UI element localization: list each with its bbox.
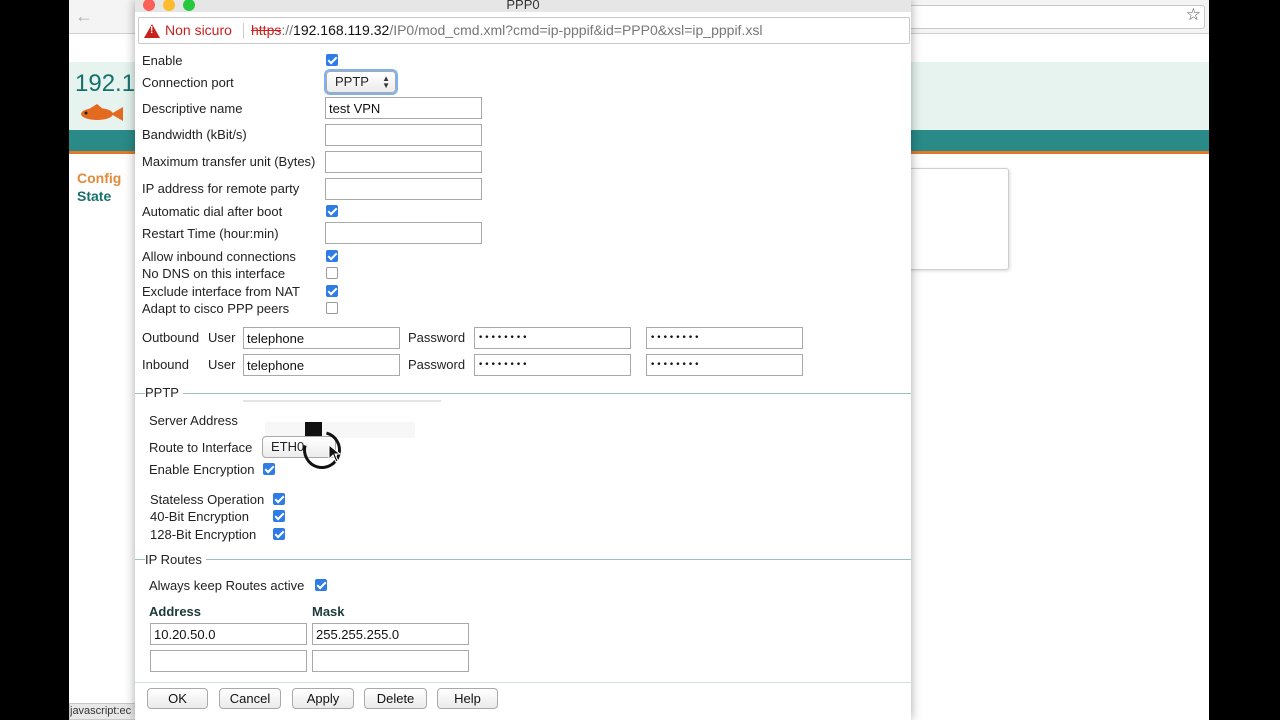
popup-content: Enable Connection port PPTP ▲ ▼ Descripti…: [135, 0, 911, 720]
exclude-nat-checkbox[interactable]: [326, 285, 338, 297]
outbound-password-confirm-input[interactable]: [646, 327, 803, 349]
descriptive-name-label: Descriptive name: [142, 101, 243, 116]
connection-port-select[interactable]: PPTP ▲ ▼: [326, 71, 396, 93]
no-dns-checkbox[interactable]: [326, 267, 338, 279]
mouse-cursor-icon: [328, 444, 342, 463]
enable-checkbox[interactable]: [326, 54, 338, 66]
apply-button[interactable]: Apply: [292, 688, 354, 709]
exclude-nat-label: Exclude interface from NAT: [142, 284, 300, 299]
keep-routes-checkbox[interactable]: [315, 579, 327, 591]
status-bar: javascript:ec: [69, 703, 139, 720]
auto-dial-label: Automatic dial after boot: [142, 204, 283, 219]
route-address-input[interactable]: [150, 623, 307, 645]
route-mask-input[interactable]: [312, 650, 469, 672]
allow-inbound-label: Allow inbound connections: [142, 249, 296, 264]
route-address-input[interactable]: [150, 650, 307, 672]
url-path: /IP0/mod_cmd.xml?cmd=ip-pppif&id=PPP0&xs…: [389, 22, 763, 38]
inbound-label: Inbound: [142, 357, 189, 372]
url-text[interactable]: https://192.168.119.32/IP0/mod_cmd.xml?c…: [251, 18, 762, 43]
background-panel: [909, 168, 1009, 270]
route-mask-input[interactable]: [312, 623, 469, 645]
fish-logo-icon: [81, 104, 123, 121]
url-divider: [243, 23, 244, 39]
bit128-label: 128-Bit Encryption: [150, 527, 257, 542]
route-interface-value: ETH0: [271, 439, 305, 454]
restart-time-input[interactable]: [325, 222, 482, 244]
help-button[interactable]: Help: [437, 688, 498, 709]
stateless-checkbox[interactable]: [273, 493, 285, 505]
enable-label: Enable: [142, 53, 183, 68]
no-dns-label: No DNS on this interface: [142, 266, 286, 281]
auto-dial-checkbox[interactable]: [326, 205, 338, 217]
cisco-peers-label: Adapt to cisco PPP peers: [142, 301, 290, 316]
inbound-password-input[interactable]: [474, 354, 631, 376]
pptp-section-line: [135, 393, 911, 394]
background-device-ip: 192.1: [75, 70, 136, 97]
remote-ip-input[interactable]: [325, 178, 482, 200]
not-secure-label[interactable]: Non sicuro: [165, 18, 232, 43]
inbound-password-confirm-input[interactable]: [646, 354, 803, 376]
remote-ip-label: IP address for remote party: [142, 181, 300, 196]
ppp-popup-window: Enable Connection port PPTP ▲ ▼ Descripti…: [135, 0, 911, 720]
descriptive-name-input[interactable]: [325, 97, 482, 119]
bandwidth-label: Bandwidth (kBit/s): [142, 127, 247, 142]
stateless-label: Stateless Operation: [150, 492, 265, 507]
outbound-password-label: Password: [408, 330, 466, 345]
route-interface-label: Route to Interface: [149, 440, 253, 455]
outbound-user-input[interactable]: [243, 327, 400, 349]
bit128-checkbox[interactable]: [273, 528, 285, 540]
window-title: PPP0: [506, 0, 540, 12]
button-bar-divider: [135, 682, 911, 683]
enable-encryption-checkbox[interactable]: [263, 463, 275, 475]
back-arrow-icon[interactable]: ←: [75, 6, 93, 27]
connection-port-value: PPTP: [335, 74, 369, 89]
url-host: 192.168.119.32: [293, 22, 390, 38]
cancel-button[interactable]: Cancel: [219, 688, 281, 709]
outbound-label: Outbound: [142, 330, 200, 345]
server-address-label: Server Address: [149, 413, 238, 428]
mask-header: Mask: [312, 604, 345, 619]
routes-section-title: IP Routes: [145, 552, 206, 567]
bit40-checkbox[interactable]: [273, 510, 285, 522]
enable-encryption-label: Enable Encryption: [149, 462, 255, 477]
nav-config-link[interactable]: Config: [77, 170, 121, 186]
select-arrows-icon: ▲ ▼: [382, 74, 390, 90]
inbound-user-label: User: [208, 357, 236, 372]
ok-button[interactable]: OK: [147, 688, 208, 709]
bookmark-star-icon[interactable]: ☆: [1186, 5, 1201, 25]
outbound-user-label: User: [208, 330, 236, 345]
bit40-label: 40-Bit Encryption: [150, 509, 249, 524]
server-address-dropdown-edge: [243, 400, 441, 402]
background-url-bar[interactable]: [909, 5, 1205, 29]
popup-url-bar[interactable]: Non sicuro https://192.168.119.32/IP0/mo…: [138, 17, 910, 44]
window-titlebar: PPP0: [135, 0, 911, 12]
allow-inbound-checkbox[interactable]: [326, 250, 338, 262]
mtu-input[interactable]: [325, 151, 482, 173]
url-scheme: https: [251, 22, 282, 38]
warning-icon: [144, 24, 160, 38]
bandwidth-input[interactable]: [325, 124, 482, 146]
outbound-password-input[interactable]: [474, 327, 631, 349]
nav-state-link[interactable]: State: [77, 188, 111, 204]
routes-section-line: [135, 559, 911, 560]
browser-background: ← ☆ 192.1 Config State javascript:ec Ena…: [69, 0, 1209, 720]
url-scheme-separator: ://: [281, 22, 294, 38]
inbound-user-input[interactable]: [243, 354, 400, 376]
mtu-label: Maximum transfer unit (Bytes): [142, 154, 316, 169]
address-header: Address: [149, 604, 202, 619]
keep-routes-label: Always keep Routes active: [149, 578, 305, 593]
delete-button[interactable]: Delete: [364, 688, 427, 709]
cisco-peers-checkbox[interactable]: [326, 302, 338, 314]
pptp-section-title: PPTP: [145, 385, 183, 400]
inbound-password-label: Password: [408, 357, 466, 372]
restart-time-label: Restart Time (hour:min): [142, 226, 279, 241]
connection-port-label: Connection port: [142, 75, 234, 90]
